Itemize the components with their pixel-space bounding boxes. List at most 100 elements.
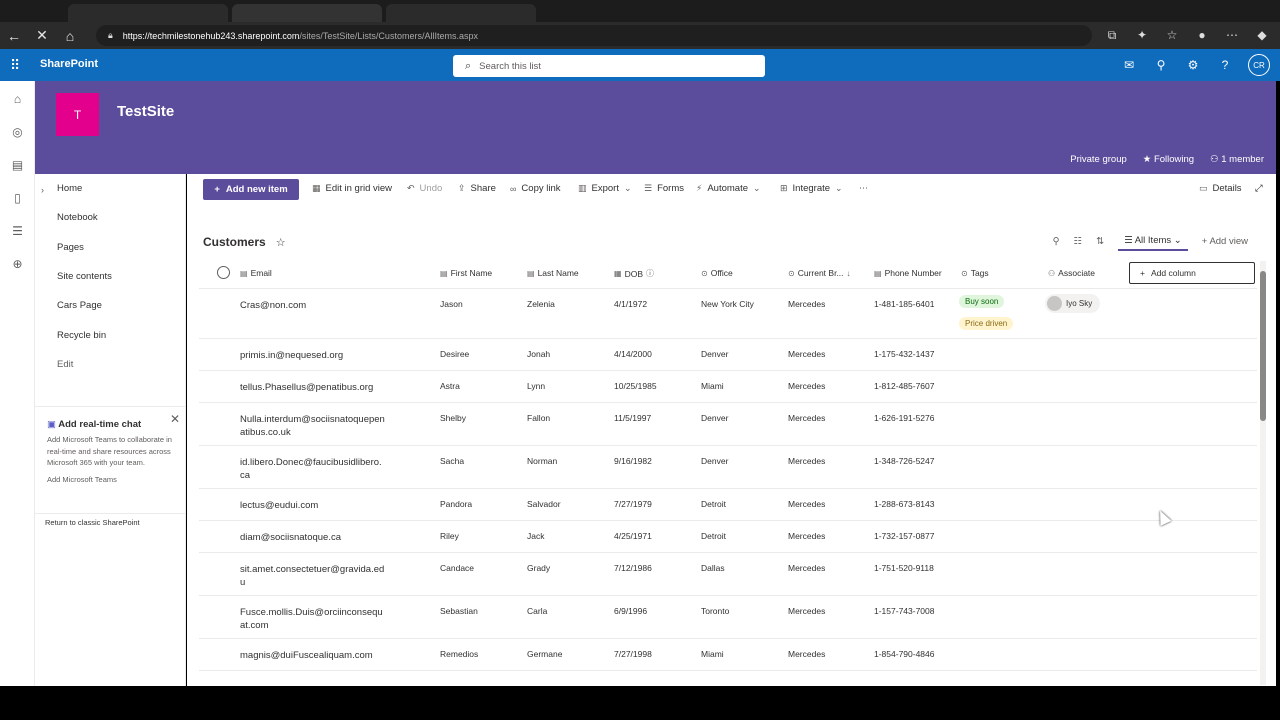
favorite-star-icon[interactable]: ☆	[276, 236, 286, 249]
column-phone[interactable]: ▤ Phone Number	[874, 268, 942, 278]
browser-tab[interactable]	[68, 4, 228, 22]
table-row[interactable]: Fusce.mollis.Duis@orciinconsequat.com Se…	[199, 596, 1257, 639]
excel-icon: ▥	[578, 183, 587, 193]
cell-brand: Mercedes	[788, 413, 826, 423]
sharing-icon[interactable]: ⚲	[1152, 58, 1170, 72]
chevron-right-icon[interactable]: ›	[41, 185, 44, 195]
following-button[interactable]: ★ Following	[1143, 154, 1194, 165]
home-icon[interactable]: ⌂	[0, 83, 35, 116]
back-icon[interactable]: ←	[0, 24, 28, 48]
copilot-icon[interactable]: ◆	[1252, 24, 1272, 46]
lists-icon[interactable]: ☰	[0, 215, 35, 248]
table-row[interactable]: diam@sociisnatoque.ca Riley Jack 4/25/19…	[199, 521, 1257, 553]
app-launcher-icon[interactable]: ⠿	[10, 57, 26, 73]
column-tags[interactable]: ⊙ Tags	[961, 268, 989, 278]
sort-icon[interactable]: ⇅	[1096, 236, 1104, 247]
extensions-icon[interactable]: ✦	[1132, 24, 1152, 46]
more-icon: ⋯	[859, 183, 868, 193]
filter-icon[interactable]: ⚲	[1053, 236, 1060, 247]
nav-item-notebook[interactable]: Notebook	[35, 203, 185, 232]
cell-email[interactable]: Fusce.mollis.Duis@orciinconsequat.com	[240, 606, 385, 632]
integrate-button[interactable]: ⊞ Integrate ⌄	[780, 183, 843, 194]
more-icon[interactable]: ⋯	[1222, 24, 1242, 46]
more-commands-button[interactable]: ⋯	[859, 183, 868, 194]
globe-icon[interactable]: ◎	[0, 116, 35, 149]
files-icon[interactable]: ▯	[0, 182, 35, 215]
browser-tab[interactable]	[386, 4, 536, 22]
forms-button[interactable]: ☰ Forms	[644, 183, 684, 194]
create-icon[interactable]: ⊕	[0, 248, 35, 281]
add-column-button[interactable]: + Add column	[1129, 262, 1255, 284]
brand-name[interactable]: SharePoint	[40, 58, 98, 70]
news-icon[interactable]: ▤	[0, 149, 35, 182]
share-button[interactable]: ⇪ Share	[458, 183, 496, 194]
add-teams-link[interactable]: Add Microsoft Teams	[47, 475, 176, 484]
table-row[interactable]: tellus.Phasellus@penatibus.org Astra Lyn…	[199, 371, 1257, 403]
details-button[interactable]: ▭ Details	[1199, 183, 1242, 194]
table-row[interactable]: Nulla.interdum@sociisnatoquepenatibus.co…	[199, 403, 1257, 446]
table-row[interactable]: Cras@non.com Jason Zelenia 4/1/1972 New …	[199, 289, 1257, 339]
user-avatar[interactable]: CR	[1248, 54, 1270, 76]
column-office[interactable]: ⊙ Office	[701, 268, 733, 278]
view-selector[interactable]: ☰ All Items ⌄	[1118, 232, 1188, 251]
cell-email[interactable]: tellus.Phasellus@penatibus.org	[240, 381, 385, 394]
column-email[interactable]: ▤ Email	[240, 268, 272, 278]
table-row[interactable]: sit.amet.consectetuer@gravida.edu Candac…	[199, 553, 1257, 596]
cell-email[interactable]: Cras@non.com	[240, 299, 385, 312]
person-icon: ⚇	[1210, 154, 1222, 165]
url-field[interactable]: 🔒︎ https://techmilestonehub243.sharepoin…	[96, 25, 1092, 46]
nav-item-edit[interactable]: Edit	[35, 350, 185, 379]
help-icon[interactable]: ?	[1216, 58, 1234, 72]
expand-icon[interactable]: ⤢	[1255, 183, 1263, 194]
classic-sharepoint-link[interactable]: Return to classic SharePoint	[45, 518, 140, 527]
column-first-name[interactable]: ▤ First Name	[440, 268, 492, 278]
undo-button[interactable]: ↶ Undo	[407, 183, 442, 194]
nav-item-cars-page[interactable]: Cars Page	[35, 291, 185, 320]
members-button[interactable]: ⚇ 1 member	[1210, 154, 1264, 165]
table-row[interactable]: magnis@duiFuscealiquam.com Remedios Germ…	[199, 639, 1257, 671]
nav-item-home[interactable]: Home	[35, 174, 185, 203]
column-dob[interactable]: ▦ DOB ⓘ	[614, 268, 654, 279]
cell-email[interactable]: diam@sociisnatoque.ca	[240, 531, 385, 544]
nav-item-site-contents[interactable]: Site contents	[35, 262, 185, 291]
add-new-item-button[interactable]: + Add new item	[203, 179, 299, 200]
associate-chip[interactable]: Iyo Sky	[1045, 294, 1101, 313]
cell-email[interactable]: lectus@eudui.com	[240, 499, 385, 512]
browser-tab[interactable]	[232, 4, 382, 22]
column-current-brand[interactable]: ⊙ Current Br... ↓	[788, 268, 851, 278]
column-associate[interactable]: ⚇ Associate	[1048, 268, 1095, 278]
export-button[interactable]: ▥ Export ⌄	[578, 183, 632, 194]
browser-toolbar: ⧉ ✦ ☆ ● ⋯ ◆	[1102, 24, 1272, 46]
scrollbar-thumb[interactable]	[1260, 271, 1266, 421]
table-row[interactable]: lectus@eudui.com Pandora Salvador 7/27/1…	[199, 489, 1257, 521]
edit-grid-button[interactable]: ▦ Edit in grid view	[312, 183, 392, 194]
table-row[interactable]: primis.in@nequesed.org Desiree Jonah 4/1…	[199, 339, 1257, 371]
close-icon[interactable]: ✕	[170, 412, 180, 426]
search-input[interactable]: ⌕ Search this list	[453, 55, 765, 77]
cell-dob: 4/14/2000	[614, 349, 652, 359]
profile-icon[interactable]: ●	[1192, 24, 1212, 46]
nav-item-pages[interactable]: Pages	[35, 233, 185, 262]
nav-item-recycle-bin[interactable]: Recycle bin	[35, 320, 185, 349]
cell-email[interactable]: primis.in@nequesed.org	[240, 349, 385, 362]
gear-icon[interactable]: ⚙	[1184, 58, 1202, 72]
megaphone-icon[interactable]: ✉	[1120, 58, 1138, 72]
loading-icon[interactable]: ✕	[28, 24, 56, 48]
vertical-scrollbar[interactable]	[1260, 261, 1266, 685]
cell-email[interactable]: Nulla.interdum@sociisnatoquepenatibus.co…	[240, 413, 385, 439]
table-row[interactable]: id.libero.Donec@faucibusidlibero.ca Sach…	[199, 446, 1257, 489]
automate-button[interactable]: ⚡ Automate ⌄	[696, 183, 761, 194]
home-icon[interactable]: ⌂	[56, 24, 84, 48]
group-icon[interactable]: ☷	[1074, 236, 1083, 247]
site-title[interactable]: TestSite	[117, 103, 174, 120]
copy-link-button[interactable]: ∞ Copy link	[510, 183, 561, 194]
cell-email[interactable]: sit.amet.consectetuer@gravida.edu	[240, 563, 385, 589]
cell-email[interactable]: id.libero.Donec@faucibusidlibero.ca	[240, 456, 385, 482]
add-view-button[interactable]: + Add view	[1202, 236, 1248, 247]
split-icon[interactable]: ⧉	[1102, 24, 1122, 46]
column-last-name[interactable]: ▤ Last Name	[527, 268, 579, 278]
cell-email[interactable]: magnis@duiFuscealiquam.com	[240, 649, 385, 662]
site-logo[interactable]: T	[56, 93, 99, 136]
favorites-icon[interactable]: ☆	[1162, 24, 1182, 46]
select-all-checkbox[interactable]	[217, 266, 230, 279]
